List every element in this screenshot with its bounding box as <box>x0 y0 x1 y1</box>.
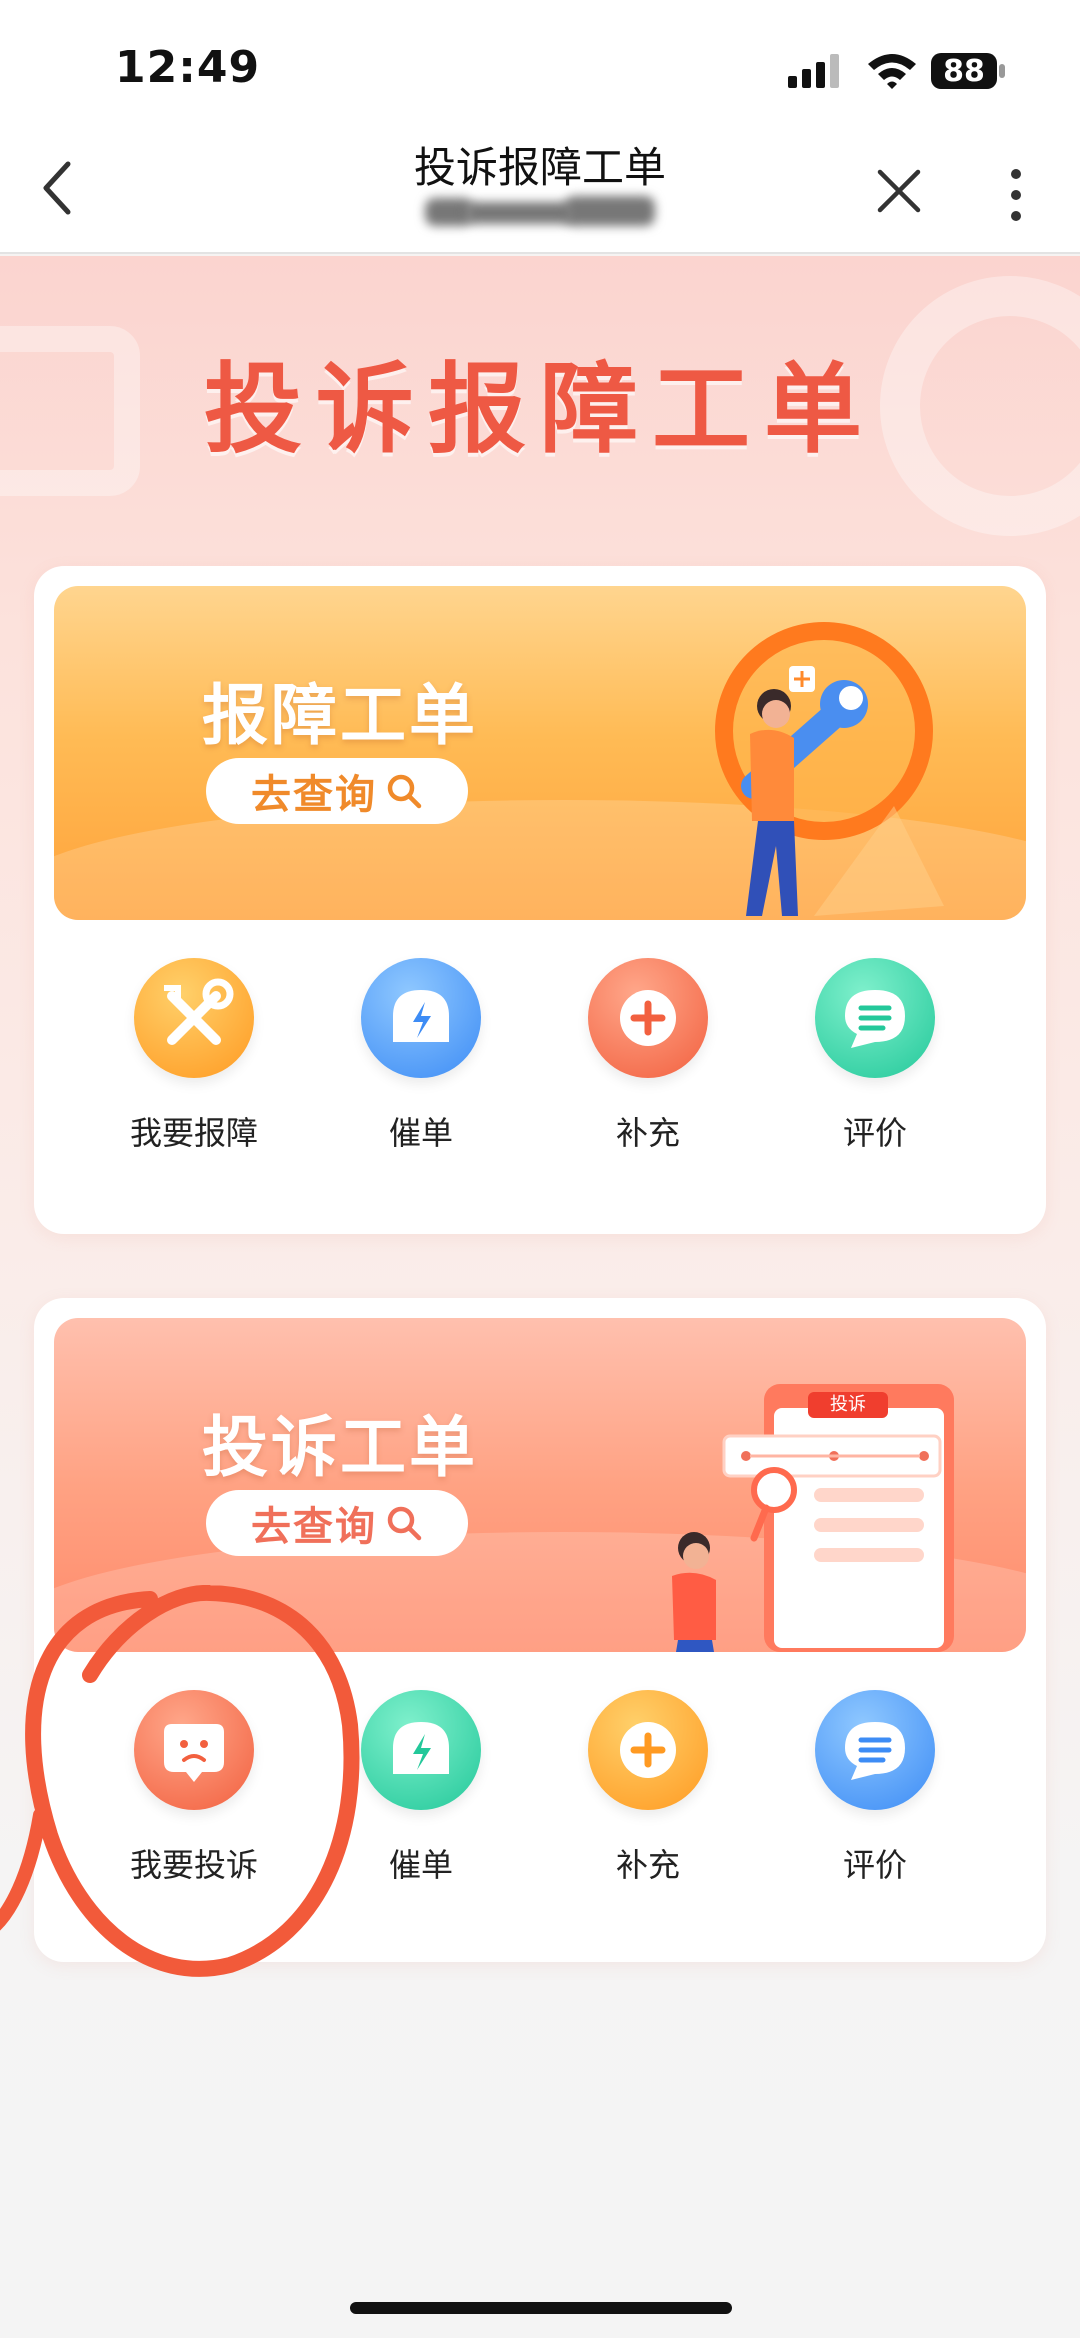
action-label: 评价 <box>842 1114 907 1152</box>
urge-order-action[interactable]: 催单 <box>321 1690 521 1910</box>
bell-lightning-icon <box>361 958 481 1078</box>
hero-title: 投诉报障工单 <box>203 353 876 467</box>
evaluate-action[interactable]: 评价 <box>775 958 975 1178</box>
file-complaint-action[interactable]: 我要投诉 <box>94 1690 294 1910</box>
complaint-banner-title: 投诉工单 <box>202 1409 478 1486</box>
query-label: 去查询 <box>251 772 377 818</box>
repair-banner[interactable]: 报障工单 去查询 <box>54 586 1026 920</box>
nav-bar: 投诉报障工单 <box>0 120 1080 254</box>
back-arrow-icon[interactable] <box>38 160 78 216</box>
action-label: 补充 <box>615 1846 680 1884</box>
complaint-badge: 投诉 <box>808 1392 888 1418</box>
blurred-subtitle <box>425 192 660 232</box>
chat-bubble-icon <box>815 1690 935 1810</box>
query-label: 去查询 <box>251 1504 377 1550</box>
evaluate-action[interactable]: 评价 <box>775 1690 975 1910</box>
tools-icon <box>134 958 254 1078</box>
plus-icon <box>588 958 708 1078</box>
urge-order-action[interactable]: 催单 <box>321 958 521 1178</box>
complaint-ticket-card: 投诉工单 去查询 投诉 我要投诉 催单 补充 评价 <box>34 1298 1046 1962</box>
complaint-banner[interactable]: 投诉工单 去查询 投诉 <box>54 1318 1026 1652</box>
signal-icon <box>788 54 839 88</box>
chat-bubble-icon <box>815 958 935 1078</box>
supplement-action[interactable]: 补充 <box>548 1690 748 1910</box>
repair-actions: 我要报障 催单 补充 评价 <box>34 936 1046 1206</box>
home-indicator[interactable] <box>350 2302 732 2314</box>
plus-icon <box>588 1690 708 1810</box>
repair-ticket-card: 报障工单 去查询 我要报障 催单 补充 评价 <box>34 566 1046 1234</box>
wifi-icon <box>868 54 916 89</box>
more-vertical-icon[interactable] <box>1004 168 1028 222</box>
search-icon <box>387 774 422 809</box>
bell-lightning-icon <box>361 1690 481 1810</box>
sad-face-icon <box>134 1690 254 1810</box>
action-label: 我要投诉 <box>129 1846 258 1884</box>
action-label: 评价 <box>842 1846 907 1884</box>
status-time: 12:49 <box>115 42 261 93</box>
action-label: 催单 <box>388 1114 453 1152</box>
status-bar: 12:49 88 <box>0 0 1080 120</box>
nav-title: 投诉报障工单 <box>413 143 666 192</box>
repair-banner-title: 报障工单 <box>202 677 478 754</box>
action-label: 催单 <box>388 1846 453 1884</box>
report-fault-action[interactable]: 我要报障 <box>94 958 294 1178</box>
repair-query-button[interactable]: 去查询 <box>206 758 468 824</box>
repair-illustration <box>715 622 944 916</box>
search-icon <box>387 1506 422 1541</box>
complaint-illustration: 投诉 <box>654 1378 974 1652</box>
supplement-action[interactable]: 补充 <box>548 958 748 1178</box>
battery-level: 88 <box>943 54 985 89</box>
battery-icon: 88 <box>930 52 1006 90</box>
complaint-query-button[interactable]: 去查询 <box>206 1490 468 1556</box>
action-label: 我要报障 <box>129 1114 258 1152</box>
action-label: 补充 <box>615 1114 680 1152</box>
close-icon[interactable] <box>876 168 922 214</box>
complaint-actions: 我要投诉 催单 补充 评价 <box>34 1668 1046 1938</box>
